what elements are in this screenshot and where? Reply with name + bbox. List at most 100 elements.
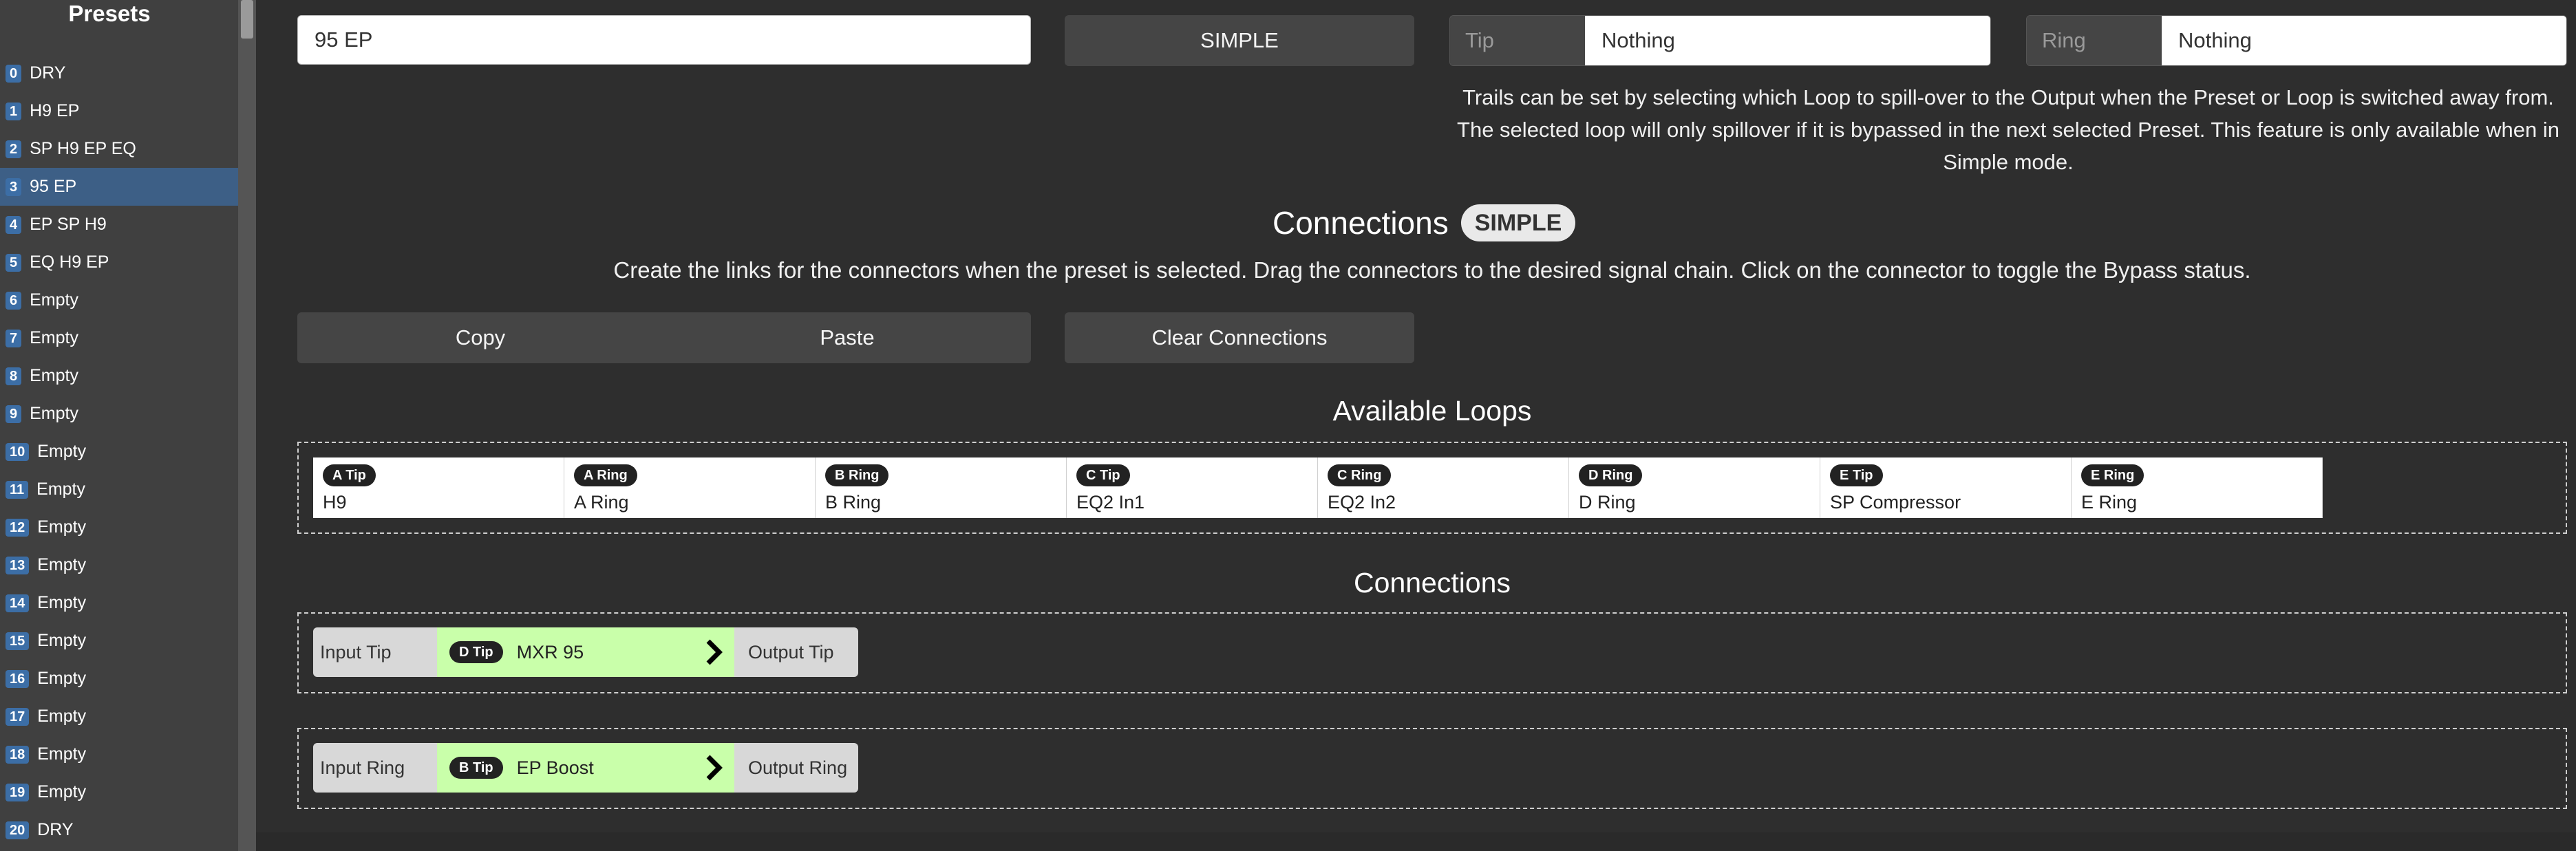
chain-connector[interactable]: B Tip EP Boost bbox=[437, 743, 734, 793]
preset-item[interactable]: 19 Empty bbox=[0, 773, 238, 811]
loop-connector[interactable]: B Ring B Ring bbox=[816, 457, 1067, 518]
preset-label: Empty bbox=[37, 517, 87, 537]
paste-button[interactable]: Paste bbox=[663, 312, 1031, 363]
preset-item[interactable]: 8 Empty bbox=[0, 357, 238, 395]
trail-tip-label: Tip bbox=[1450, 16, 1585, 65]
presets-sidebar: Presets 0 DRY 1 H9 EP 2 SP H9 EP EQ 3 9 5 EP … bbox=[0, 0, 238, 851]
preset-item[interactable]: 9 Empty bbox=[0, 395, 238, 433]
preset-label: SP H9 EP EQ bbox=[30, 139, 136, 158]
loop-connector[interactable]: A Tip H9 bbox=[313, 457, 564, 518]
preset-number: 14 bbox=[6, 594, 30, 612]
preset-number: 16 bbox=[6, 669, 30, 688]
preset-item[interactable]: 0 DRY bbox=[0, 54, 238, 92]
trail-tip-select[interactable]: Tip Nothing bbox=[1449, 15, 1991, 66]
preset-item[interactable]: 16 Empty bbox=[0, 660, 238, 698]
preset-item[interactable]: 2 SP H9 EP EQ bbox=[0, 130, 238, 168]
preset-item[interactable]: 17 Empty bbox=[0, 698, 238, 735]
chain-connector[interactable]: D Tip MXR 95 bbox=[437, 627, 734, 677]
preset-label: Empty bbox=[37, 593, 87, 612]
loop-badge: A Tip bbox=[323, 464, 376, 486]
preset-item[interactable]: 4 EP SP H9 bbox=[0, 206, 238, 244]
clear-connections-button[interactable]: Clear Connections bbox=[1065, 312, 1414, 363]
preset-item[interactable]: 10 Empty bbox=[0, 433, 238, 471]
sidebar-scroll-thumb[interactable] bbox=[241, 0, 253, 39]
connections-section-title: Connections bbox=[1354, 567, 1511, 599]
preset-label: Empty bbox=[37, 707, 87, 726]
preset-label: DRY bbox=[30, 63, 66, 83]
preset-item[interactable]: 20 DRY bbox=[0, 811, 238, 849]
preset-number: 20 bbox=[6, 821, 30, 839]
preset-name-input[interactable] bbox=[297, 15, 1031, 65]
chain-output: Output Tip bbox=[734, 627, 858, 677]
preset-label: Empty bbox=[30, 366, 78, 385]
preset-label: Empty bbox=[37, 631, 87, 650]
loop-name: D Ring bbox=[1579, 492, 1636, 513]
preset-item-selected[interactable]: 3 95 EP bbox=[0, 168, 238, 206]
preset-label: Empty bbox=[37, 782, 87, 801]
loop-connector[interactable]: D Ring D Ring bbox=[1569, 457, 1820, 518]
preset-number: 4 bbox=[6, 215, 22, 234]
loop-badge: C Ring bbox=[1328, 464, 1392, 486]
loop-badge: E Tip bbox=[1830, 464, 1883, 486]
preset-number: 2 bbox=[6, 140, 22, 158]
trail-tip-value[interactable]: Nothing bbox=[1585, 16, 1990, 65]
preset-item[interactable]: 1 H9 EP bbox=[0, 92, 238, 130]
preset-item[interactable]: 15 Empty bbox=[0, 622, 238, 660]
preset-label: EP SP H9 bbox=[30, 215, 107, 234]
trail-ring-select[interactable]: Ring Nothing bbox=[2026, 15, 2567, 66]
ring-signal-chain: Input Ring B Tip EP Boost Output Ring bbox=[313, 743, 858, 793]
loop-name: SP Compressor bbox=[1830, 492, 1961, 513]
mode-button[interactable]: SIMPLE bbox=[1065, 15, 1414, 66]
preset-number: 19 bbox=[6, 783, 30, 801]
preset-number: 10 bbox=[6, 442, 30, 461]
preset-label: Empty bbox=[30, 290, 78, 310]
preset-number: 18 bbox=[6, 745, 30, 764]
preset-number: 3 bbox=[6, 177, 22, 196]
preset-number: 11 bbox=[6, 480, 29, 499]
connections-title: Connections bbox=[1273, 205, 1449, 241]
chain-connector-badge: B Tip bbox=[449, 757, 503, 779]
loop-connector[interactable]: A Ring A Ring bbox=[564, 457, 816, 518]
loop-connector[interactable]: C Tip EQ2 In1 bbox=[1067, 457, 1318, 518]
preset-number: 5 bbox=[6, 253, 22, 272]
chain-input: Input Tip bbox=[313, 627, 437, 677]
loop-badge: E Ring bbox=[2081, 464, 2144, 486]
connections-heading: Connections SIMPLE bbox=[1273, 202, 1576, 244]
available-loops-title: Available Loops bbox=[1332, 395, 1532, 427]
preset-label: Empty bbox=[30, 328, 78, 347]
loop-connector[interactable]: E Tip SP Compressor bbox=[1820, 457, 2072, 518]
preset-number: 8 bbox=[6, 367, 22, 385]
chain-connector-name: EP Boost bbox=[516, 757, 594, 778]
copy-button[interactable]: Copy bbox=[297, 312, 663, 363]
loop-connector[interactable]: E Ring E Ring bbox=[2072, 457, 2323, 518]
preset-label: Empty bbox=[37, 555, 87, 574]
preset-item[interactable]: 14 Empty bbox=[0, 584, 238, 622]
preset-number: 13 bbox=[6, 556, 30, 574]
chevron-right-icon bbox=[706, 755, 723, 781]
sidebar-scrollbar[interactable] bbox=[238, 0, 256, 851]
chain-connector-name: MXR 95 bbox=[516, 641, 584, 663]
preset-item[interactable]: 18 Empty bbox=[0, 735, 238, 773]
preset-item[interactable]: 12 Empty bbox=[0, 508, 238, 546]
preset-item[interactable]: 11 Empty bbox=[0, 471, 238, 508]
loop-connector[interactable]: C Ring EQ2 In2 bbox=[1318, 457, 1569, 518]
preset-label: Empty bbox=[30, 404, 78, 423]
loop-name: EQ2 In1 bbox=[1076, 492, 1145, 513]
chain-connector-badge: D Tip bbox=[449, 641, 503, 663]
trail-ring-value[interactable]: Nothing bbox=[2162, 16, 2566, 65]
preset-item[interactable]: 5 EQ H9 EP bbox=[0, 244, 238, 281]
connections-description: Create the links for the connectors when… bbox=[613, 257, 2251, 283]
preset-label: H9 EP bbox=[30, 101, 80, 120]
loop-name: EQ2 In2 bbox=[1328, 492, 1396, 513]
preset-number: 9 bbox=[6, 405, 22, 423]
preset-number: 7 bbox=[6, 329, 22, 347]
preset-label: EQ H9 EP bbox=[30, 252, 109, 272]
chain-output: Output Ring bbox=[734, 743, 858, 793]
loop-badge: B Ring bbox=[825, 464, 889, 486]
preset-label: Empty bbox=[37, 669, 87, 688]
preset-item[interactable]: 6 Empty bbox=[0, 281, 238, 319]
preset-item[interactable]: 7 Empty bbox=[0, 319, 238, 357]
trail-ring-label: Ring bbox=[2027, 16, 2162, 65]
preset-label: 95 EP bbox=[30, 177, 77, 196]
preset-item[interactable]: 13 Empty bbox=[0, 546, 238, 584]
